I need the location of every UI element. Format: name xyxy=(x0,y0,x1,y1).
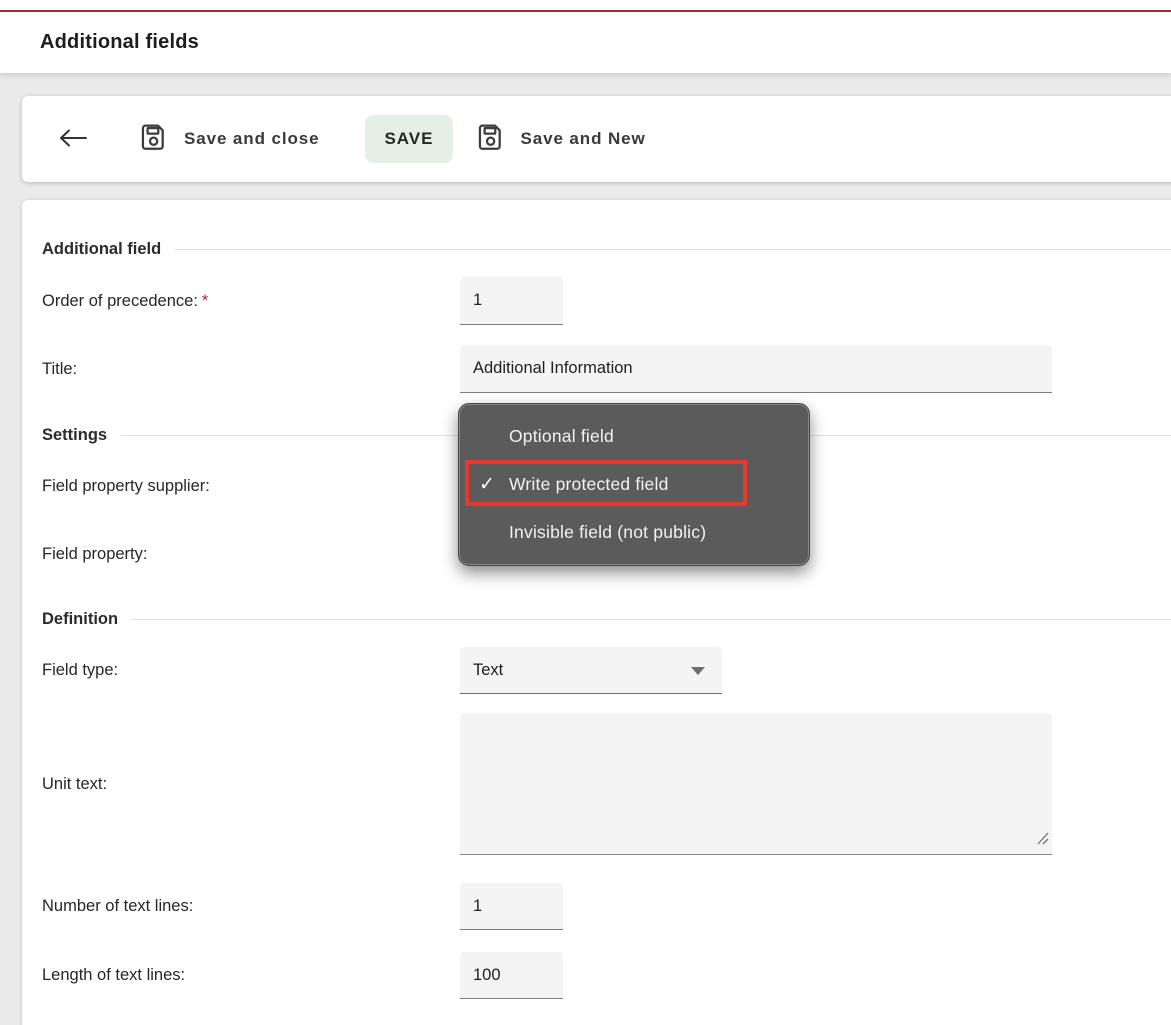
section-title: Settings xyxy=(42,426,107,445)
order-of-precedence-input[interactable] xyxy=(460,277,563,325)
back-arrow-icon xyxy=(58,128,88,151)
section-title: Additional field xyxy=(42,240,161,259)
field-property-dropdown-menu: Optional field ✓ Write protected field I… xyxy=(458,403,810,566)
page-header: Additional fields xyxy=(0,12,1171,73)
field-type-value: Text xyxy=(473,661,503,680)
section-divider xyxy=(132,619,1171,620)
save-and-close-button[interactable]: Save and close xyxy=(138,120,319,159)
floppy-disk-icon xyxy=(138,120,170,159)
row-field-type: Field type: Text xyxy=(42,647,1171,694)
save-button[interactable]: SAVE xyxy=(365,115,452,163)
page-title: Additional fields xyxy=(40,31,199,54)
unit-text-textarea[interactable] xyxy=(460,713,1052,855)
field-property-label: Field property: xyxy=(42,534,460,574)
back-button[interactable] xyxy=(56,125,90,153)
checkmark-icon: ✓ xyxy=(479,473,509,496)
title-input[interactable] xyxy=(460,345,1052,393)
menu-item-label: Write protected field xyxy=(509,474,669,495)
title-label: Title: xyxy=(42,345,460,393)
length-of-text-lines-input[interactable] xyxy=(460,952,563,999)
toolbar: Save and close SAVE Save and New xyxy=(22,96,1171,182)
menu-item-write-protected-field[interactable]: ✓ Write protected field xyxy=(459,460,809,508)
unit-text-label: Unit text: xyxy=(42,775,460,794)
row-length-of-text-lines: Length of text lines: xyxy=(42,952,1171,999)
number-of-text-lines-input[interactable] xyxy=(460,883,563,930)
menu-item-label: Invisible field (not public) xyxy=(509,522,706,543)
menu-item-invisible-field[interactable]: Invisible field (not public) xyxy=(459,508,809,556)
chevron-down-icon xyxy=(691,667,705,675)
length-of-text-lines-label: Length of text lines: xyxy=(42,952,460,999)
section-divider xyxy=(175,249,1171,250)
required-marker: * xyxy=(202,292,208,310)
section-definition: Definition xyxy=(42,608,1171,630)
order-of-precedence-label: Order of precedence:* xyxy=(42,277,460,325)
field-type-select[interactable]: Text xyxy=(460,647,722,694)
row-order-of-precedence: Order of precedence:* xyxy=(42,277,1171,325)
section-additional-field: Additional field xyxy=(42,238,1171,260)
save-and-new-button[interactable]: Save and New xyxy=(475,120,646,159)
form-card: Additional field Order of precedence:* T… xyxy=(22,200,1171,1025)
row-unit-text: Unit text: xyxy=(42,713,1171,855)
row-number-of-text-lines: Number of text lines: xyxy=(42,883,1171,930)
menu-item-optional-field[interactable]: Optional field xyxy=(459,412,809,460)
save-and-close-label: Save and close xyxy=(184,129,319,149)
menu-item-label: Optional field xyxy=(509,426,614,447)
section-title: Definition xyxy=(42,610,118,629)
save-and-new-label: Save and New xyxy=(521,129,646,149)
row-title: Title: xyxy=(42,345,1171,393)
floppy-disk-icon xyxy=(475,120,507,159)
top-white-strip xyxy=(0,0,1171,10)
number-of-text-lines-label: Number of text lines: xyxy=(42,883,460,930)
field-property-supplier-label: Field property supplier: xyxy=(42,466,460,506)
field-type-label: Field type: xyxy=(42,647,460,694)
